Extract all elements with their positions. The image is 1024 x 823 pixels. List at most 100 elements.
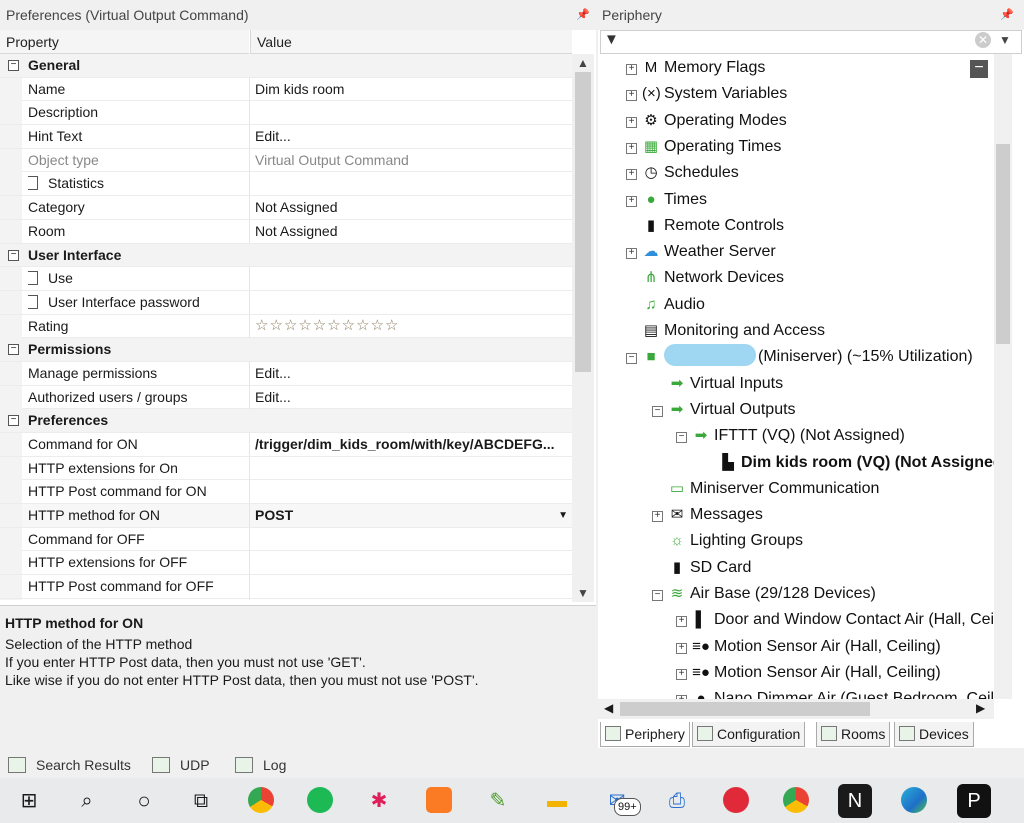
property-row[interactable]: Manage permissions Edit... <box>0 361 572 386</box>
property-row[interactable]: Name Dim kids room <box>0 77 572 102</box>
tree-node[interactable]: +▮SD Card <box>652 555 752 581</box>
property-row[interactable]: HTTP method for ON POST ▼ <box>0 504 572 528</box>
tree-node[interactable]: + ≡● Motion Sensor Air (Hall, Ceiling) <box>676 634 941 660</box>
property-row[interactable]: Description <box>0 101 572 126</box>
property-row[interactable]: Rating ☆☆☆☆☆☆☆☆☆☆ <box>0 314 572 339</box>
tree-node[interactable]: − ➡ Virtual Outputs <box>652 397 796 423</box>
expand-icon[interactable]: + <box>676 616 687 628</box>
collapse-icon[interactable]: − <box>626 353 637 365</box>
property-value[interactable]: Dim kids room <box>255 78 567 100</box>
tree-node[interactable]: +☼Lighting Groups <box>652 528 803 554</box>
checkbox[interactable] <box>28 271 38 286</box>
tree-horizontal-scrollbar[interactable]: ◀ ▶ <box>598 699 994 719</box>
tab-udp[interactable]: UDP <box>152 752 210 778</box>
scroll-left-icon[interactable]: ◀ <box>604 701 613 715</box>
property-value[interactable] <box>255 291 567 313</box>
tree-node[interactable]: + ≡● Motion Sensor Air (Hall, Ceiling) <box>676 660 941 686</box>
pin-icon[interactable]: 📌 <box>576 8 590 21</box>
rating-stars[interactable]: ☆☆☆☆☆☆☆☆☆☆ <box>255 315 567 337</box>
expand-icon[interactable]: + <box>626 169 637 181</box>
spotify-icon[interactable] <box>303 784 337 818</box>
property-value[interactable]: Not Assigned <box>255 196 567 218</box>
network-icon[interactable]: ⎙ <box>660 784 694 818</box>
scroll-down-icon[interactable]: ▼ <box>572 586 594 600</box>
search-icon[interactable]: ⌕ <box>70 784 104 818</box>
scrollbar-thumb[interactable] <box>620 702 870 716</box>
property-value[interactable]: Edit... <box>255 386 567 408</box>
collapse-icon[interactable]: − <box>8 249 19 261</box>
collapse-all-icon[interactable]: − <box>970 60 988 78</box>
collapse-icon[interactable]: − <box>652 405 663 417</box>
property-value[interactable]: Not Assigned <box>255 220 567 242</box>
expand-icon[interactable]: + <box>626 64 637 75</box>
property-value[interactable] <box>255 101 567 123</box>
collapse-icon[interactable]: − <box>8 60 19 71</box>
scrollbar-thumb[interactable] <box>996 144 1010 344</box>
collapse-icon[interactable]: − <box>8 415 19 427</box>
tree-node[interactable]: + ⚙ Operating Modes <box>626 108 787 134</box>
app-n-icon[interactable]: N <box>838 784 872 818</box>
tree-node[interactable]: + M Memory Flags <box>626 55 765 81</box>
tree-node[interactable]: +♫Audio <box>626 292 705 318</box>
pin-icon[interactable]: 📌 <box>1000 8 1014 21</box>
property-value[interactable] <box>255 575 567 597</box>
tree-node[interactable]: +▤Monitoring and Access <box>626 318 825 344</box>
property-row[interactable]: Object type Virtual Output Command <box>0 148 572 173</box>
slack-icon[interactable]: ✱ <box>362 784 396 818</box>
property-row[interactable]: User Interface password <box>0 290 572 315</box>
filter-icon[interactable]: ▼ <box>604 31 619 48</box>
expand-icon[interactable]: + <box>626 116 637 128</box>
collapse-icon[interactable]: − <box>676 432 687 444</box>
tree-node[interactable]: +⋔Network Devices <box>626 265 784 291</box>
section-header[interactable]: − User Interface <box>0 243 572 268</box>
app-p-icon[interactable]: P <box>957 784 991 818</box>
task-view-icon[interactable]: ⧉ <box>184 784 218 818</box>
property-row[interactable]: Statistics <box>0 172 572 197</box>
property-value[interactable] <box>255 457 567 479</box>
tree-node[interactable]: + ☁ Weather Server <box>626 239 776 265</box>
tab-configuration[interactable]: Configuration <box>692 722 806 747</box>
collapse-icon[interactable]: − <box>8 344 19 356</box>
tree-node[interactable]: − ≋ Air Base (29/128 Devices) <box>652 581 876 607</box>
property-row[interactable]: HTTP method for OFF GET <box>0 598 572 600</box>
property-row[interactable]: Authorized users / groups Edit... <box>0 385 572 410</box>
property-value[interactable] <box>255 480 567 502</box>
clear-icon[interactable]: ✕ <box>975 32 991 48</box>
tab-rooms[interactable]: Rooms <box>816 722 891 747</box>
property-row[interactable]: HTTP Post command for OFF <box>0 575 572 599</box>
chevron-down-icon[interactable]: ▼ <box>999 33 1011 47</box>
cortana-icon[interactable]: ○ <box>127 784 161 818</box>
property-value[interactable]: Edit... <box>255 362 567 384</box>
property-row[interactable]: Room Not Assigned <box>0 219 572 244</box>
property-row[interactable]: Use <box>0 267 572 291</box>
dropdown-arrow-icon[interactable]: ▼ <box>558 510 568 521</box>
chrome-icon[interactable] <box>244 784 278 818</box>
windows-start-icon[interactable]: ⊞ <box>12 784 46 818</box>
tree-vertical-scrollbar[interactable] <box>994 54 1012 699</box>
tree-node[interactable]: + ✉ Messages <box>652 502 763 528</box>
tree-node[interactable]: +●Nano Dimmer Air (Guest Bedroom, Ceilin… <box>676 686 994 699</box>
tree-node[interactable]: +▭Miniserver Communication <box>652 476 879 502</box>
expand-icon[interactable]: + <box>626 248 637 260</box>
property-row[interactable]: Category Not Assigned <box>0 196 572 220</box>
property-value[interactable]: POST <box>255 504 567 526</box>
scroll-up-icon[interactable]: ▲ <box>572 56 594 70</box>
xampp-icon[interactable] <box>422 784 456 818</box>
tree-node[interactable]: + ● Times <box>626 187 707 213</box>
column-header-value[interactable]: Value <box>250 30 572 54</box>
property-row[interactable]: Hint Text Edit... <box>0 125 572 149</box>
checkbox[interactable] <box>28 294 38 309</box>
section-header[interactable]: − General <box>0 54 572 78</box>
tab-devices[interactable]: Devices <box>894 722 974 747</box>
property-row[interactable]: HTTP extensions for OFF <box>0 551 572 576</box>
tree-node[interactable]: +▙Dim kids room (VQ) (Not Assigned) <box>703 450 994 476</box>
section-header[interactable]: − Preferences <box>0 409 572 433</box>
chrome-profile-icon[interactable] <box>779 784 813 818</box>
property-value[interactable]: /trigger/dim_kids_room/with/key/ABCDEFG.… <box>255 433 567 455</box>
tree-node[interactable]: + ▦ Operating Times <box>626 134 781 160</box>
scrollbar-thumb[interactable] <box>575 72 591 372</box>
tree-node[interactable]: + ▌ Door and Window Contact Air (Hall, Cei… <box>676 607 994 633</box>
expand-icon[interactable]: + <box>676 642 687 654</box>
app-icon[interactable] <box>719 784 753 818</box>
property-value[interactable]: Virtual Output Command <box>255 149 567 171</box>
